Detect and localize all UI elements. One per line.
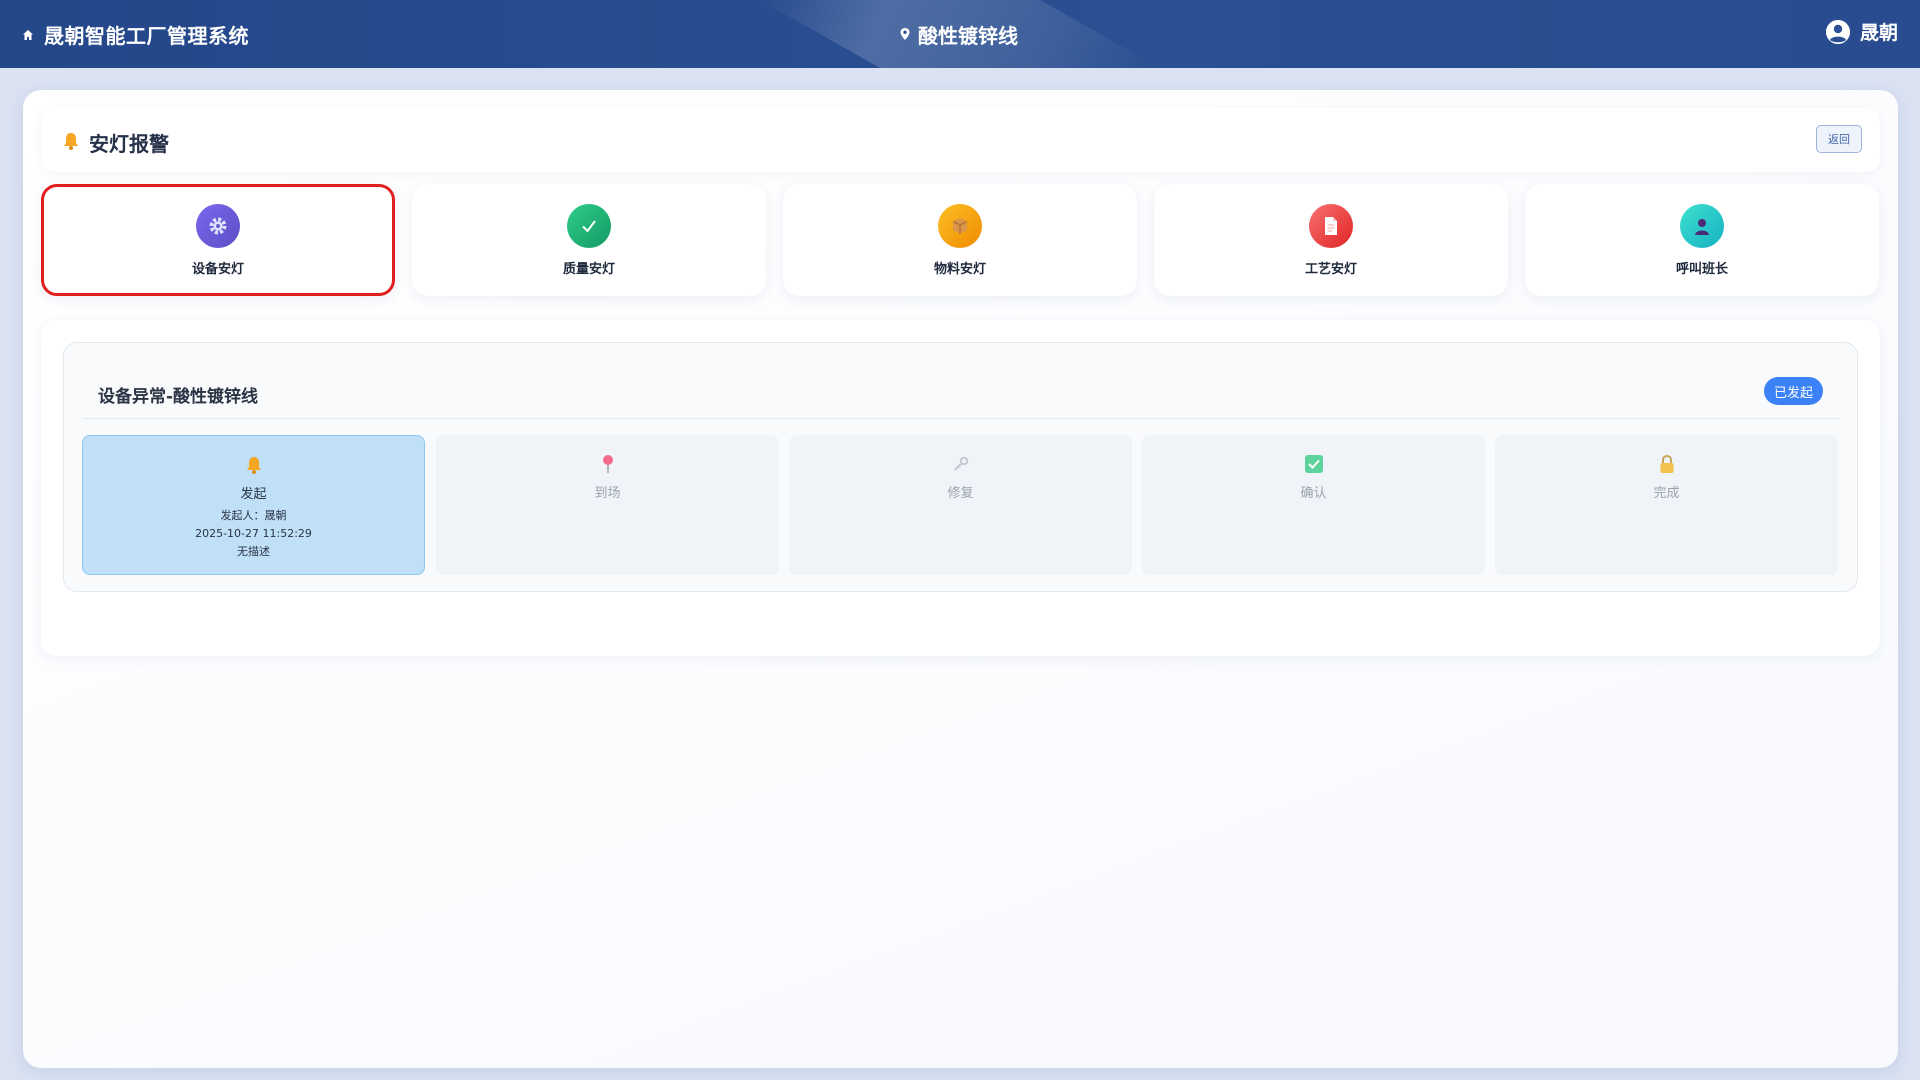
step-label: 确认 [1300, 486, 1327, 501]
line-name: 酸性镀锌线 [918, 24, 1018, 48]
initiator: 发起人：晟朝 [220, 509, 287, 522]
lock-icon [1656, 453, 1678, 475]
gear-icon [196, 203, 240, 248]
category-equipment-andon[interactable]: 设备安灯 [41, 184, 395, 296]
category-label: 呼叫班长 [1675, 261, 1728, 277]
bell-icon [243, 454, 265, 476]
category-label: 物料安灯 [933, 261, 986, 277]
pin-icon [597, 453, 619, 475]
category-label: 质量安灯 [562, 261, 615, 277]
user-name: 晟朝 [1859, 22, 1898, 44]
category-label: 设备安灯 [191, 261, 244, 277]
document-icon [1309, 203, 1353, 248]
step-label: 到场 [594, 486, 621, 501]
step-label: 修复 [947, 486, 974, 501]
user-menu[interactable]: 晟朝 [1825, 18, 1898, 45]
location-pin-icon [900, 25, 910, 44]
step-label: 发起 [240, 487, 267, 502]
status-badge: 已发起 [1763, 377, 1823, 405]
back-button[interactable]: 返回 [1816, 125, 1862, 153]
step-arrive: 到场 [436, 435, 779, 575]
step-repair: 修复 [789, 435, 1132, 575]
alarm-card: 设备异常-酸性镀锌线 已发起 发起 发起人：晟朝 2025-10-27 11:5… [63, 342, 1858, 592]
alarm-title: 设备异常-酸性镀锌线 [98, 387, 259, 407]
step-complete: 完成 [1495, 435, 1838, 575]
brand[interactable]: 晟朝智能工厂管理系统 [20, 20, 249, 49]
bell-icon [61, 131, 81, 155]
category-process-andon[interactable]: 工艺安灯 [1154, 184, 1508, 296]
check-icon [567, 203, 611, 248]
step-details: 发起人：晟朝 2025-10-27 11:52:29 无描述 [195, 507, 312, 561]
category-label: 工艺安灯 [1304, 261, 1357, 277]
wrench-icon [950, 453, 972, 475]
step-confirm: 确认 [1142, 435, 1485, 575]
process-steps: 发起 发起人：晟朝 2025-10-27 11:52:29 无描述 到场 修复 … [82, 435, 1841, 575]
page-title: 安灯报警 [89, 132, 169, 156]
box-icon [938, 203, 982, 248]
home-icon [20, 27, 36, 43]
page-header: 安灯报警 返回 [41, 108, 1880, 172]
initiate-time: 2025-10-27 11:52:29 [195, 527, 312, 540]
user-avatar-icon [1825, 19, 1850, 44]
step-label: 完成 [1653, 486, 1680, 501]
divider [82, 418, 1839, 419]
production-line-title: 酸性镀锌线 [900, 20, 1018, 49]
person-icon [1680, 203, 1724, 248]
category-call-team-leader[interactable]: 呼叫班长 [1525, 184, 1879, 296]
description: 无描述 [236, 545, 270, 558]
app-title: 晟朝智能工厂管理系统 [44, 24, 249, 48]
top-bar: 晟朝智能工厂管理系统 酸性镀锌线 晟朝 [0, 0, 1920, 68]
category-quality-andon[interactable]: 质量安灯 [412, 184, 766, 296]
main-card: 安灯报警 返回 设备安灯 质量安灯 物料安灯 工艺安灯 呼叫班长 设备异常-酸性… [23, 90, 1898, 1068]
step-initiate: 发起 发起人：晟朝 2025-10-27 11:52:29 无描述 [82, 435, 425, 575]
category-material-andon[interactable]: 物料安灯 [783, 184, 1137, 296]
andon-category-list: 设备安灯 质量安灯 物料安灯 工艺安灯 呼叫班长 [41, 184, 1880, 296]
checkbox-icon [1303, 453, 1325, 475]
alarm-flow-panel: 设备异常-酸性镀锌线 已发起 发起 发起人：晟朝 2025-10-27 11:5… [41, 320, 1880, 656]
